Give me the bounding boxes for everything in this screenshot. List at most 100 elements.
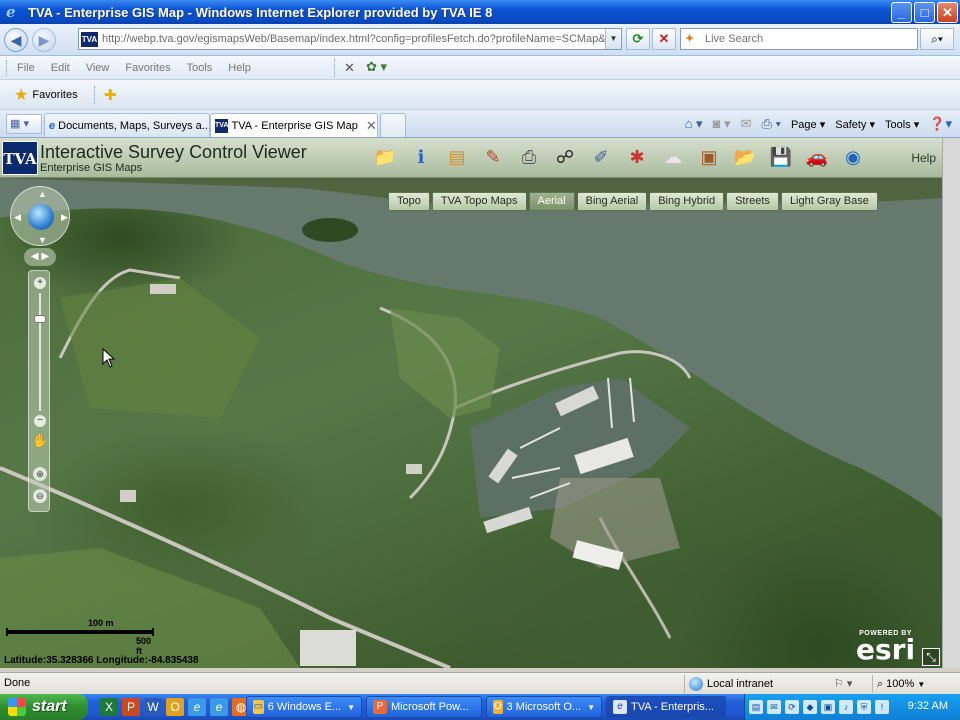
menu-help[interactable]: Help	[228, 62, 251, 74]
pan-control[interactable]: ▲ ▼ ◀ ▶	[10, 186, 70, 246]
basemap-light-gray[interactable]: Light Gray Base	[780, 192, 878, 211]
ie-quicklaunch-icon[interactable]: e	[188, 698, 206, 716]
address-url[interactable]: http://webp.tva.gov/egismapsWeb/Basemap/…	[102, 33, 618, 45]
pan-left-icon[interactable]: ◀	[14, 212, 21, 223]
tab-close-icon[interactable]: ✕	[366, 118, 377, 134]
rotate-control[interactable]: ◀ ▶	[24, 248, 56, 266]
draw-icon[interactable]: ✐	[588, 144, 614, 170]
tray-display-icon[interactable]: ▣	[821, 700, 835, 714]
tray-sync-icon[interactable]: ⟳	[785, 700, 799, 714]
pan-hand-icon[interactable]: ✋	[32, 433, 48, 451]
cloud-icon[interactable]: ☁	[660, 144, 686, 170]
basemap-aerial[interactable]: Aerial	[528, 192, 575, 211]
maximize-button[interactable]: □	[914, 2, 935, 23]
security-zone[interactable]: Local intranet	[684, 675, 773, 693]
tray-volume-icon[interactable]: ♪	[839, 700, 853, 714]
close-button[interactable]: ✕	[937, 2, 958, 23]
zoom-in-tool-icon[interactable]: ⊕	[33, 467, 47, 481]
start-button[interactable]: start	[0, 694, 88, 720]
pan-down-icon[interactable]: ▼	[38, 235, 47, 245]
refresh-icon[interactable]: ⟳	[626, 28, 650, 50]
save-icon[interactable]: 💾	[768, 144, 794, 170]
stop-icon[interactable]: ✕	[652, 28, 676, 50]
folder-icon[interactable]: 📁	[372, 144, 398, 170]
tray-shield-icon[interactable]: ⛨	[857, 700, 871, 714]
close-toolbar-icon[interactable]: ✕	[344, 60, 355, 76]
taskbar-tva-enterprise[interactable]: e TVA - Enterpris...	[606, 696, 726, 718]
search-icon[interactable]: ⌕▾	[920, 28, 954, 50]
tray-network-icon[interactable]: ▤	[749, 700, 763, 714]
basemap-topo[interactable]: Topo	[388, 192, 430, 211]
zoom-level[interactable]: ⌕ 100% ▼	[872, 675, 925, 693]
favorites-star-icon[interactable]: ★	[14, 85, 28, 105]
home-icon[interactable]: ⌂ ▾	[685, 116, 703, 132]
menu-favorites[interactable]: Favorites	[125, 62, 170, 74]
globe-icon[interactable]	[28, 204, 54, 230]
search-box[interactable]: ✦	[680, 28, 918, 50]
basemap-bing-hybrid[interactable]: Bing Hybrid	[649, 192, 725, 211]
measure-icon[interactable]: ✎	[480, 144, 506, 170]
favorites-button[interactable]: Favorites	[32, 89, 77, 101]
car-icon[interactable]: 🚗	[804, 144, 830, 170]
add-favorite-icon[interactable]: ✚	[104, 86, 117, 104]
ie-alt-icon[interactable]: e	[210, 698, 228, 716]
tools-menu[interactable]: Tools ▾	[885, 118, 919, 131]
taskbar-powerpoint[interactable]: P Microsoft Pow...	[366, 696, 482, 718]
tray-alert-icon[interactable]: !	[875, 700, 889, 714]
word-icon[interactable]: W	[144, 698, 162, 716]
minimize-button[interactable]: _	[891, 2, 912, 23]
addon-icon[interactable]: ✿ ▾	[366, 59, 387, 75]
mail-icon[interactable]: ✉	[741, 116, 752, 132]
menu-view[interactable]: View	[86, 62, 110, 74]
fullscreen-icon[interactable]: ⤡	[922, 648, 940, 666]
help-link[interactable]: Help	[911, 151, 936, 165]
search-input[interactable]	[705, 33, 905, 45]
globe-tool-icon[interactable]: ◉	[840, 144, 866, 170]
tab-documents[interactable]: e Documents, Maps, Surveys a...	[44, 113, 210, 137]
binoculars-icon[interactable]: ☍	[552, 144, 578, 170]
pan-right-icon[interactable]: ▶	[61, 212, 68, 223]
zoom-thumb[interactable]	[34, 315, 46, 323]
print-map-icon[interactable]: ⎙	[516, 144, 542, 170]
address-dropdown-icon[interactable]: ▼	[605, 29, 621, 49]
help-icon[interactable]: ❓▾	[929, 116, 952, 132]
powerpoint-icon[interactable]: P	[122, 698, 140, 716]
excel-icon[interactable]: X	[100, 698, 118, 716]
forward-button[interactable]: ▶	[32, 27, 56, 52]
tray-security-icon[interactable]: ◆	[803, 700, 817, 714]
new-tab-button[interactable]	[380, 113, 406, 137]
menu-file[interactable]: File	[17, 62, 35, 74]
print-icon[interactable]: ⎙ ▾	[761, 116, 780, 132]
image-icon[interactable]: ▣	[696, 144, 722, 170]
quick-tabs-icon[interactable]: ▦ ▾	[6, 114, 42, 134]
outlook-icon[interactable]: O	[166, 698, 184, 716]
menu-edit[interactable]: Edit	[51, 62, 70, 74]
zoom-slider[interactable]: + − ✋ ⊕ ⊖	[28, 270, 50, 512]
feeds-icon[interactable]: ◙ ▾	[713, 116, 731, 132]
tab-enterprise-gis[interactable]: TVA TVA - Enterprise GIS Map ✕	[210, 113, 378, 137]
layers-icon[interactable]: ▤	[444, 144, 470, 170]
zoom-out-tool-icon[interactable]: ⊖	[33, 489, 47, 503]
clock[interactable]: 9:32 AM	[908, 700, 948, 712]
basemap-bing-aerial[interactable]: Bing Aerial	[576, 192, 648, 211]
page-scrollbar[interactable]	[942, 138, 960, 668]
info-icon[interactable]: ℹ	[408, 144, 434, 170]
basemap-streets[interactable]: Streets	[726, 192, 779, 211]
select-icon[interactable]: ✱	[624, 144, 650, 170]
protected-mode-icon[interactable]: ⚐ ▾	[834, 677, 852, 690]
address-field[interactable]: TVA http://webp.tva.gov/egismapsWeb/Base…	[78, 28, 622, 50]
back-button[interactable]: ◀	[4, 27, 28, 52]
tray-mail-icon[interactable]: ✉	[767, 700, 781, 714]
basemap-tva-topo[interactable]: TVA Topo Maps	[431, 192, 527, 211]
menu-tools[interactable]: Tools	[187, 62, 213, 74]
map-canvas[interactable]: Topo TVA Topo Maps Aerial Bing Aerial Bi…	[0, 178, 942, 668]
safety-menu[interactable]: Safety ▾	[835, 118, 875, 131]
pan-up-icon[interactable]: ▲	[38, 189, 47, 199]
taskbar-microsoft-office[interactable]: O 3 Microsoft O... ▼	[486, 696, 602, 718]
zoom-out-icon[interactable]: −	[34, 415, 46, 427]
zoom-in-icon[interactable]: +	[34, 277, 46, 289]
zoom-dropdown-icon[interactable]: ▼	[917, 680, 925, 689]
folder-open-icon[interactable]: 📂	[732, 144, 758, 170]
page-menu[interactable]: Page ▾	[791, 118, 825, 131]
taskbar-windows-explorer[interactable]: ▭ 6 Windows E... ▼	[246, 696, 362, 718]
